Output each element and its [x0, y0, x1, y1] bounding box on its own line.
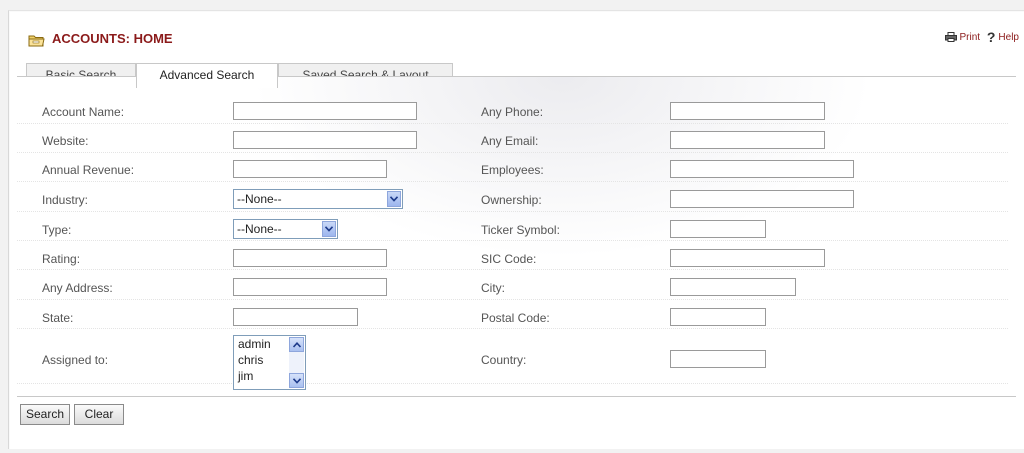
print-link[interactable]: Print	[944, 31, 981, 43]
header-links: Print ? Help	[941, 29, 1019, 45]
any-address-label: Any Address:	[42, 281, 113, 295]
city-label: City:	[481, 281, 505, 295]
help-link[interactable]: ? Help	[987, 29, 1019, 45]
rating-input[interactable]	[233, 249, 387, 267]
postal-code-input[interactable]	[670, 308, 766, 326]
any-phone-label: Any Phone:	[481, 105, 544, 119]
chevron-down-icon[interactable]	[322, 221, 336, 237]
employees-input[interactable]	[670, 160, 854, 178]
advanced-search-panel: Account Name: Website: Annual Revenue: I…	[17, 77, 1008, 395]
row-divider	[17, 211, 1008, 212]
listbox-scrollbar[interactable]	[289, 337, 304, 388]
print-label: Print	[959, 31, 981, 43]
ownership-input[interactable]	[670, 190, 854, 208]
help-icon: ?	[986, 29, 996, 45]
industry-selected-value: --None--	[237, 192, 282, 206]
row-divider	[17, 152, 1008, 153]
website-label: Website:	[42, 134, 89, 148]
row-divider	[17, 181, 1008, 182]
tab-advanced-search[interactable]: Advanced Search	[136, 63, 278, 88]
assigned-to-listbox[interactable]: admin chris jim	[233, 335, 306, 390]
country-input[interactable]	[670, 350, 766, 368]
row-divider	[17, 123, 1008, 124]
any-phone-input[interactable]	[670, 102, 825, 120]
industry-select[interactable]: --None--	[233, 189, 403, 209]
folder-icon	[28, 35, 45, 47]
sic-code-label: SIC Code:	[481, 252, 537, 266]
chevron-up-icon[interactable]	[289, 337, 304, 352]
printer-icon	[944, 32, 957, 42]
rating-label: Rating:	[42, 252, 81, 266]
any-email-input[interactable]	[670, 131, 825, 149]
any-address-input[interactable]	[233, 278, 387, 296]
row-divider	[17, 269, 1008, 270]
assigned-to-label: Assigned to:	[42, 353, 109, 367]
ticker-symbol-label: Ticker Symbol:	[481, 223, 560, 237]
row-divider	[17, 328, 1008, 329]
annual-revenue-input[interactable]	[233, 160, 387, 178]
postal-code-label: Postal Code:	[481, 311, 550, 325]
chevron-down-icon[interactable]	[289, 373, 304, 388]
state-label: State:	[42, 311, 74, 325]
footer-divider	[17, 396, 1016, 397]
row-divider	[17, 299, 1008, 300]
chevron-down-icon[interactable]	[387, 191, 401, 207]
clear-button[interactable]: Clear	[74, 404, 124, 425]
account-name-label: Account Name:	[42, 105, 125, 119]
any-email-label: Any Email:	[481, 134, 539, 148]
annual-revenue-label: Annual Revenue:	[42, 163, 135, 177]
website-input[interactable]	[233, 131, 417, 149]
employees-label: Employees:	[481, 163, 544, 177]
account-name-input[interactable]	[233, 102, 417, 120]
sic-code-input[interactable]	[670, 249, 825, 267]
row-divider	[17, 383, 1008, 384]
page-header: ACCOUNTS: HOME Print ? Help	[9, 11, 1024, 57]
type-selected-value: --None--	[237, 222, 282, 236]
type-label: Type:	[42, 223, 72, 237]
country-label: Country:	[481, 353, 527, 367]
state-input[interactable]	[233, 308, 358, 326]
ownership-label: Ownership:	[481, 193, 542, 207]
industry-label: Industry:	[42, 193, 89, 207]
city-input[interactable]	[670, 278, 796, 296]
type-select[interactable]: --None--	[233, 219, 338, 239]
page-title: ACCOUNTS: HOME	[52, 31, 173, 46]
row-divider	[17, 240, 1008, 241]
ticker-symbol-input[interactable]	[670, 220, 766, 238]
help-label: Help	[998, 31, 1019, 43]
search-button[interactable]: Search	[20, 404, 70, 425]
